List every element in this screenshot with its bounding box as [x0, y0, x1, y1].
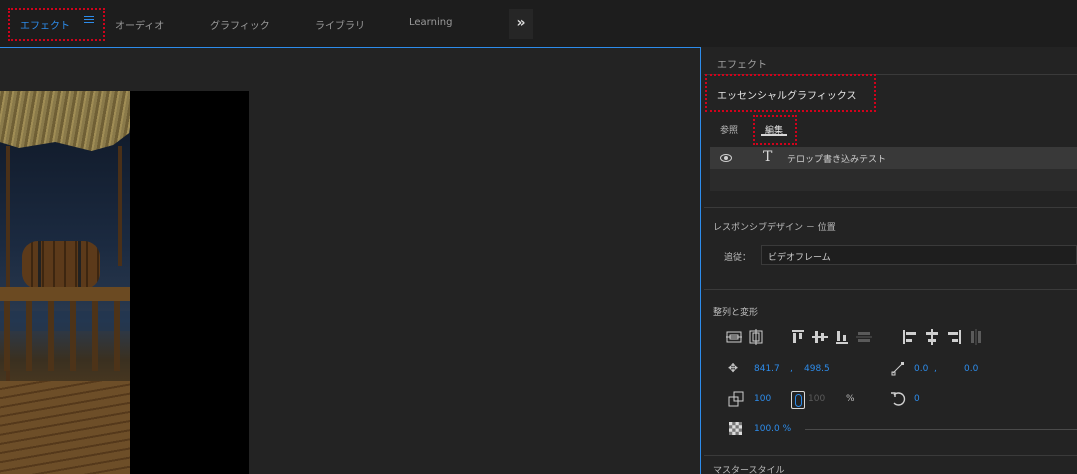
responsive-design-title: レスポンシブデザイン － 位置 [713, 223, 836, 233]
rotate-icon [891, 392, 906, 406]
opacity-slider[interactable] [805, 429, 1077, 430]
section-essential-graphics[interactable]: エッセンシャルグラフィックス [717, 87, 857, 102]
move-icon: ✥ [728, 361, 739, 375]
table-legs [4, 301, 130, 371]
panel-title: エフェクト [717, 60, 767, 71]
edit-tab-underline [761, 134, 787, 136]
dock-floor [0, 381, 130, 474]
position-separator: , [790, 364, 793, 374]
tab-effects[interactable]: エフェクト [20, 17, 70, 32]
master-style-title: マスタースタイル [713, 466, 785, 474]
essential-graphics-panel: エフェクト エッセンシャルグラフィックス 参照 編集 T テロップ書き込みテスト… [704, 47, 1077, 474]
position-y[interactable]: 498.5 [804, 364, 830, 374]
distribute-vertical-icon [856, 332, 872, 342]
scale-icon [728, 391, 744, 407]
tab-libraries[interactable]: ライブラリ [315, 17, 365, 32]
layer-row[interactable]: T テロップ書き込みテスト [710, 147, 1077, 169]
align-vertical-frame-icon[interactable] [748, 329, 764, 345]
align-right-icon[interactable] [946, 329, 962, 345]
anchor-separator: , [934, 364, 937, 374]
layer-name: テロップ書き込みテスト [787, 155, 887, 165]
thatch-roof [0, 91, 130, 151]
position-x[interactable]: 841.7 [754, 364, 780, 374]
distribute-horizontal-icon [971, 329, 981, 345]
barrel [22, 241, 100, 289]
program-monitor[interactable] [0, 47, 701, 474]
opacity-value[interactable]: 100.0 % [754, 424, 791, 434]
workspace-tab-bar: エフェクト オーディオ グラフィック ライブラリ Learning » [0, 0, 1077, 47]
rotation-value[interactable]: 0 [914, 394, 920, 404]
anchor-icon [891, 362, 904, 376]
align-transform-title: 整列と変形 [713, 308, 759, 318]
video-frame[interactable] [0, 91, 249, 474]
align-center-frame-icon[interactable] [726, 329, 742, 345]
divider [704, 455, 1077, 456]
link-icon[interactable] [791, 391, 805, 409]
divider [704, 207, 1077, 208]
align-left-icon[interactable] [902, 329, 918, 345]
opacity-icon [729, 422, 742, 435]
anchor-x[interactable]: 0.0 [914, 364, 928, 374]
align-middle-icon[interactable] [812, 329, 828, 345]
divider [704, 289, 1077, 290]
hamburger-icon[interactable] [84, 16, 94, 26]
wooden-beam [118, 146, 122, 266]
tab-learning[interactable]: Learning [409, 17, 452, 28]
divider [704, 74, 1077, 75]
align-center-icon[interactable] [924, 329, 940, 345]
tab-browse[interactable]: 参照 [720, 123, 738, 136]
double-chevron-icon[interactable]: » [509, 9, 533, 39]
tab-audio[interactable]: オーディオ [115, 17, 164, 32]
eye-icon[interactable] [720, 154, 732, 162]
table-top [0, 287, 130, 301]
align-top-icon[interactable] [790, 329, 806, 345]
layer-list[interactable] [710, 169, 1077, 191]
tab-graphics[interactable]: グラフィック [210, 17, 270, 32]
follow-dropdown[interactable]: ビデオフレーム [761, 245, 1077, 265]
scale-percent: % [846, 394, 855, 404]
follow-label: 追従： [724, 253, 752, 263]
text-layer-icon: T [763, 149, 773, 165]
scale-value[interactable]: 100 [754, 394, 771, 404]
anchor-y[interactable]: 0.0 [964, 364, 978, 374]
scale-locked-value: 100 [808, 394, 826, 404]
scene-image [0, 91, 130, 474]
align-bottom-icon[interactable] [834, 329, 850, 345]
